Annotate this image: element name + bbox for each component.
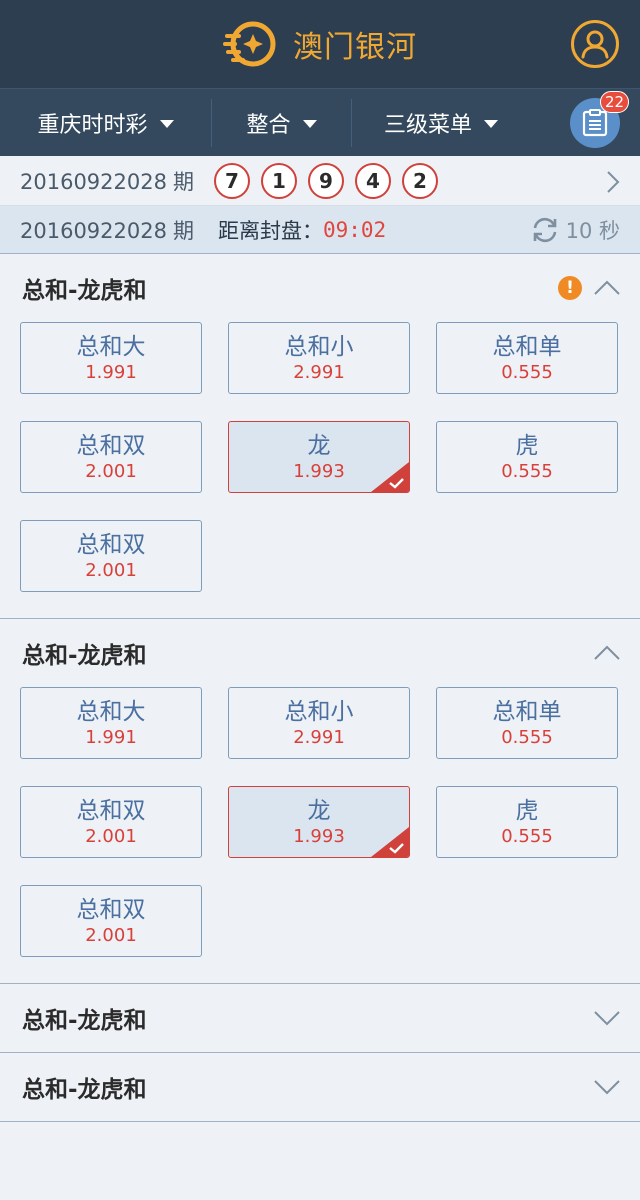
caret-down-icon — [484, 119, 498, 128]
section-title: 总和-龙虎和 — [22, 1008, 147, 1034]
section-header[interactable]: 总和-龙虎和 ! — [0, 254, 640, 322]
section-title: 总和-龙虎和 — [22, 278, 147, 304]
result-ball: 2 — [401, 162, 438, 199]
section-title: 总和-龙虎和 — [22, 643, 147, 669]
bet-option-odds: 2.991 — [293, 727, 345, 748]
warning-icon[interactable]: ! — [558, 276, 582, 300]
section-header[interactable]: 总和-龙虎和 — [0, 1053, 640, 1121]
user-icon[interactable] — [570, 19, 620, 69]
countdown-row: 20160922028 期 距离封盘： 09:02 10 秒 — [0, 206, 640, 254]
bet-option-odds: 2.991 — [293, 362, 345, 383]
chevron-down-icon[interactable] — [594, 1079, 620, 1095]
nav-integrated-label: 整合 — [246, 112, 291, 138]
coin-logo-icon — [223, 21, 276, 67]
bet-section-collapsed: 总和-龙虎和 — [0, 984, 640, 1053]
bet-option-name: 总和双 — [76, 897, 146, 923]
bet-option-odds: 2.001 — [85, 560, 137, 581]
bet-option-odds: 0.555 — [501, 727, 553, 748]
bet-section: 总和-龙虎和 ! 总和大 1.991 总和小 2.991 总和单 0.555 总和双 2… — [0, 254, 640, 619]
bet-option[interactable]: 总和大 1.991 — [20, 322, 202, 394]
bet-section-collapsed: 总和-龙虎和 — [0, 1053, 640, 1122]
section-header[interactable]: 总和-龙虎和 — [0, 619, 640, 687]
bet-options-grid: 总和大 1.991 总和小 2.991 总和单 0.555 总和双 2.001 龙 1.9… — [0, 322, 640, 618]
bet-option-name: 总和小 — [284, 699, 354, 725]
nav-submenu-dropdown[interactable]: 三级菜单 — [352, 99, 530, 147]
chevron-up-icon[interactable] — [594, 280, 620, 296]
caret-down-icon — [159, 119, 174, 128]
caret-down-icon — [302, 119, 317, 128]
bet-option[interactable]: 虎 0.555 — [436, 421, 618, 493]
bet-option-odds: 1.993 — [293, 461, 345, 482]
bet-options-grid: 总和大 1.991 总和小 2.991 总和单 0.555 总和双 2.001 龙 1.9… — [0, 687, 640, 983]
nav-lottery-dropdown[interactable]: 重庆时时彩 — [0, 98, 212, 147]
bet-option-name: 总和双 — [76, 433, 146, 459]
result-ball: 4 — [354, 162, 391, 199]
result-ball: 7 — [213, 162, 250, 199]
nav-integrated-dropdown[interactable]: 整合 — [212, 98, 352, 147]
nav-submenu-label: 三级菜单 — [383, 112, 472, 138]
bet-option-name: 龙 — [307, 433, 331, 459]
bet-option-odds: 2.001 — [85, 925, 137, 946]
bet-option-name: 总和单 — [492, 699, 562, 725]
close-countdown-time: 09:02 — [322, 217, 387, 242]
bet-option[interactable]: 虎 0.555 — [436, 786, 618, 858]
bet-option-name: 总和双 — [76, 798, 146, 824]
chevron-down-icon[interactable] — [594, 1010, 620, 1026]
bet-option-odds: 2.001 — [85, 826, 137, 847]
bet-option-odds: 1.993 — [293, 826, 345, 847]
bet-option-name: 总和单 — [492, 334, 562, 360]
app-title: 澳门银河 — [293, 30, 417, 65]
nav-lottery-label: 重庆时时彩 — [37, 112, 148, 138]
bet-option[interactable]: 总和大 1.991 — [20, 687, 202, 759]
bet-option[interactable]: 总和单 0.555 — [436, 687, 618, 759]
bet-option[interactable]: 总和双 2.001 — [20, 786, 202, 858]
refresh-icon — [533, 217, 556, 243]
result-ball: 9 — [307, 162, 344, 199]
selected-check-icon — [371, 827, 409, 857]
bet-option-name: 龙 — [307, 798, 331, 824]
bet-option-odds: 1.991 — [85, 362, 137, 383]
bet-option-name: 虎 — [515, 433, 539, 459]
brand: 澳门银河 — [223, 17, 417, 71]
chevron-up-icon[interactable] — [594, 645, 620, 661]
last-result-row[interactable]: 20160922028 期 7 1 9 4 2 — [0, 156, 640, 206]
refresh-interval: 10 秒 — [565, 219, 620, 243]
result-period: 20160922028 期 — [20, 169, 194, 194]
bet-option-name: 总和大 — [76, 699, 146, 725]
chevron-right-icon[interactable] — [606, 170, 620, 194]
bet-option-selected[interactable]: 龙 1.993 — [228, 786, 410, 858]
bet-option[interactable]: 总和双 2.001 — [20, 885, 202, 957]
clipboard-icon — [582, 109, 608, 137]
bet-count-badge: 22 — [600, 91, 630, 113]
bet-option-odds: 0.555 — [501, 461, 553, 482]
section-title: 总和-龙虎和 — [22, 1077, 147, 1103]
app-header: 澳门银河 — [0, 0, 640, 88]
bet-option-name: 总和小 — [284, 334, 354, 360]
top-nav: 重庆时时彩 整合 三级菜单 — [0, 88, 640, 156]
bet-option-selected[interactable]: 龙 1.993 — [228, 421, 410, 493]
result-balls: 7 1 9 4 2 — [213, 162, 438, 199]
bet-option-odds: 2.001 — [85, 461, 137, 482]
bet-option-odds: 1.991 — [85, 727, 137, 748]
bet-option[interactable]: 总和双 2.001 — [20, 520, 202, 592]
bet-option-name: 虎 — [515, 798, 539, 824]
refresh-button[interactable]: 10 秒 — [530, 215, 620, 245]
bet-option[interactable]: 总和单 0.555 — [436, 322, 618, 394]
selected-check-icon — [371, 462, 409, 492]
bet-option[interactable]: 总和双 2.001 — [20, 421, 202, 493]
bet-section: 总和-龙虎和 总和大 1.991 总和小 2.991 总和单 0.555 总和双 2.0… — [0, 619, 640, 984]
bet-option-name: 总和双 — [76, 532, 146, 558]
bet-option-odds: 0.555 — [501, 362, 553, 383]
bet-option-odds: 0.555 — [501, 826, 553, 847]
bet-option[interactable]: 总和小 2.991 — [228, 322, 410, 394]
result-ball: 1 — [260, 162, 297, 199]
bet-option-name: 总和大 — [76, 334, 146, 360]
current-period: 20160922028 期 — [20, 218, 194, 243]
bet-option[interactable]: 总和小 2.991 — [228, 687, 410, 759]
section-header[interactable]: 总和-龙虎和 — [0, 984, 640, 1052]
close-countdown-label: 距离封盘： — [217, 218, 323, 243]
